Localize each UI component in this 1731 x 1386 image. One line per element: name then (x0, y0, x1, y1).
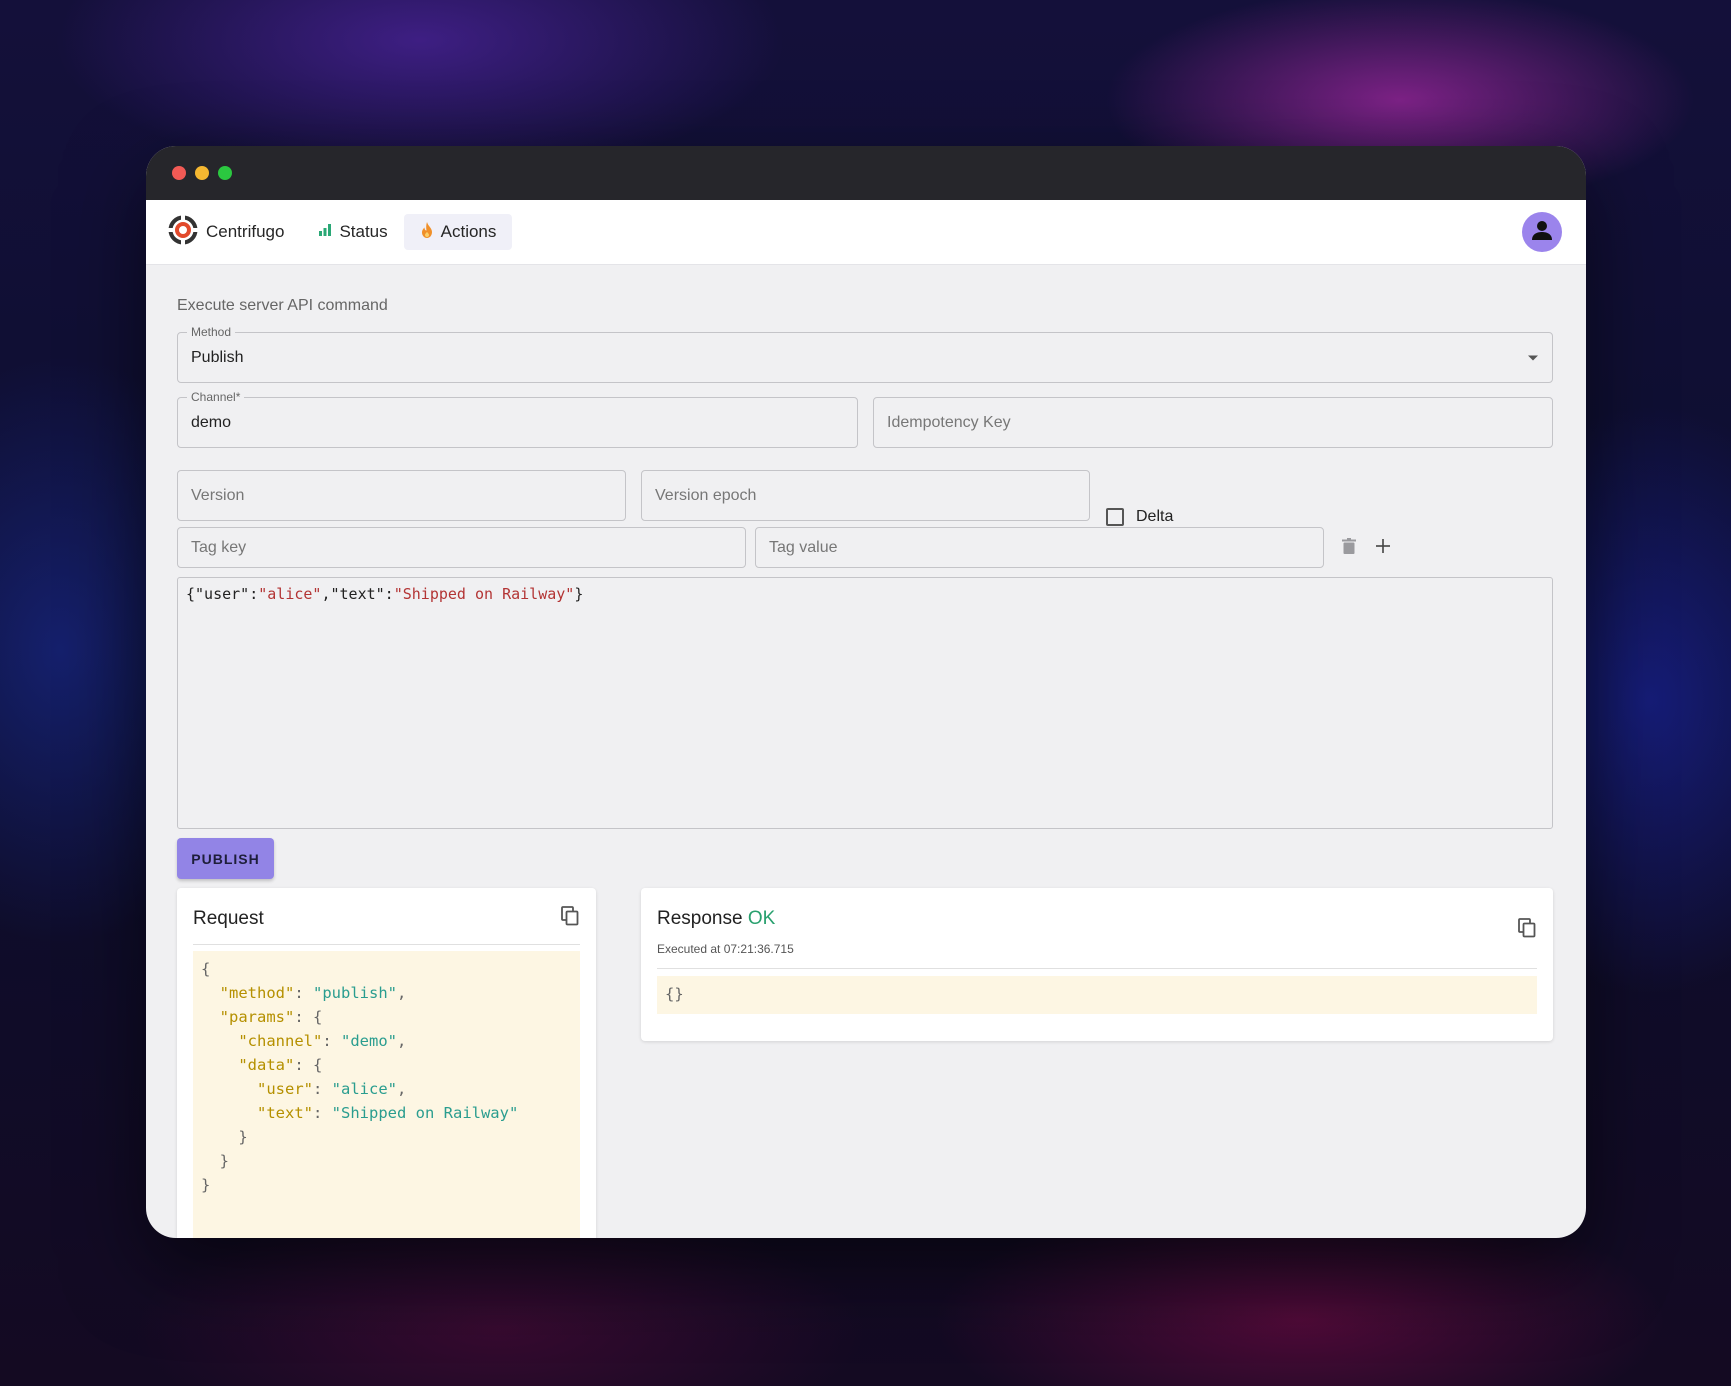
response-title: Response OK (657, 908, 775, 930)
request-title: Request (193, 908, 264, 929)
main-content: Execute server API command Method Publis… (146, 265, 1586, 1238)
brand[interactable]: Centrifugo (168, 214, 302, 250)
tag-key-placeholder: Tag key (191, 538, 247, 556)
nav-item-actions[interactable]: Actions (403, 214, 513, 250)
version-placeholder: Version (191, 486, 245, 504)
card-divider (193, 944, 580, 945)
user-icon (1531, 219, 1553, 246)
channel-field[interactable]: Channel* demo (177, 389, 858, 448)
fire-icon (420, 221, 434, 243)
card-divider (657, 968, 1537, 969)
editor-text: } (574, 585, 584, 603)
json-value: "publish" (313, 984, 397, 1002)
tag-value-placeholder: Tag value (769, 538, 838, 556)
close-window-button[interactable] (172, 166, 186, 180)
data-editor[interactable]: {"user":"alice","text":"Shipped on Railw… (177, 577, 1553, 829)
delta-label: Delta (1136, 508, 1174, 525)
copy-icon (561, 905, 579, 931)
copy-request-button[interactable] (558, 905, 582, 931)
method-value: Publish (191, 348, 244, 366)
editor-string: "alice" (258, 585, 322, 603)
chevron-down-icon (1528, 355, 1538, 360)
json-value: "Shipped on Railway" (331, 1104, 519, 1122)
version-epoch-field[interactable]: Version epoch (641, 470, 1090, 521)
method-label: Method (187, 324, 236, 340)
nav-item-label: Status (339, 222, 388, 241)
json-value: "alice" (331, 1080, 397, 1098)
bar-chart-icon (318, 222, 332, 242)
response-json: {} (657, 976, 1537, 1014)
json-key: "params" (219, 1008, 295, 1026)
page-heading: Execute server API command (177, 297, 388, 314)
channel-label: Channel* (187, 389, 245, 405)
channel-value: demo (191, 413, 232, 431)
method-select[interactable]: Method Publish (177, 324, 1553, 383)
brand-name: Centrifugo (206, 222, 285, 241)
app-window: Centrifugo Status Actions Execute server… (146, 146, 1586, 1238)
response-card: Response OK Executed at 07:21:36.715 {} (641, 888, 1553, 1041)
editor-string: "Shipped on Railway" (393, 585, 575, 603)
trash-icon (1342, 537, 1356, 559)
tag-key-field[interactable]: Tag key (177, 527, 746, 568)
add-tag-button[interactable] (1372, 537, 1394, 559)
idempotency-key-placeholder: Idempotency Key (887, 413, 1011, 431)
json-key: "data" (238, 1056, 295, 1074)
version-field[interactable]: Version (177, 470, 626, 521)
copy-icon (1518, 917, 1536, 943)
window-titlebar (146, 146, 1586, 200)
version-epoch-placeholder: Version epoch (655, 486, 757, 504)
nav-item-status[interactable]: Status (302, 214, 403, 250)
json-brace: { (201, 960, 211, 978)
user-avatar[interactable] (1522, 212, 1562, 252)
app-bar: Centrifugo Status Actions (146, 200, 1586, 265)
json-value: "demo" (341, 1032, 397, 1050)
delta-checkbox-row[interactable]: Delta (1106, 508, 1173, 526)
idempotency-key-field[interactable]: Idempotency Key (873, 397, 1553, 448)
response-status-badge: OK (747, 908, 776, 929)
request-json: { "method": "publish", "params": { "chan… (193, 951, 580, 1238)
json-key: "method" (219, 984, 295, 1002)
minimize-window-button[interactable] (195, 166, 209, 180)
response-title-text: Response (657, 908, 743, 929)
publish-button[interactable]: PUBLISH (177, 838, 274, 879)
centrifugo-logo-icon (168, 214, 198, 250)
maximize-window-button[interactable] (218, 166, 232, 180)
response-executed-at: Executed at 07:21:36.715 (657, 942, 794, 956)
plus-icon (1376, 538, 1390, 558)
tag-value-field[interactable]: Tag value (755, 527, 1324, 568)
editor-text: {"user": (186, 585, 259, 603)
copy-response-button[interactable] (1515, 917, 1539, 943)
json-key: "user" (257, 1080, 313, 1098)
delete-tag-button[interactable] (1338, 537, 1360, 559)
json-key: "text" (257, 1104, 313, 1122)
delta-checkbox[interactable] (1106, 508, 1124, 526)
editor-text: ,"text": (321, 585, 394, 603)
json-key: "channel" (238, 1032, 323, 1050)
nav-item-label: Actions (440, 222, 497, 241)
request-card: Request { "method": "publish", "params":… (177, 888, 596, 1238)
